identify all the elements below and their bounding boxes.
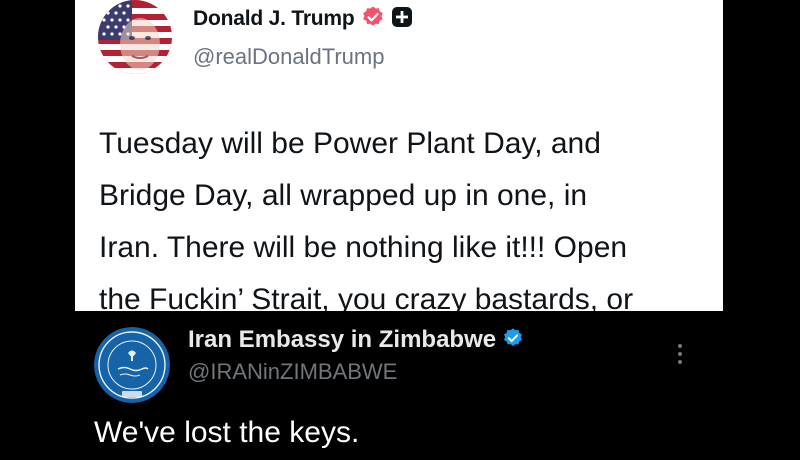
trump-avatar[interactable] bbox=[98, 0, 172, 74]
post-text: Tuesday will be Power Plant Day, and Bri… bbox=[99, 118, 709, 311]
author-handle[interactable]: @IRANinZIMBABWE bbox=[188, 359, 397, 385]
embassy-avatar[interactable] bbox=[94, 327, 170, 403]
avatar-flag-face-image bbox=[98, 0, 172, 74]
post-text: We've lost the keys. bbox=[94, 416, 360, 449]
author-name[interactable]: Donald J. Trump bbox=[193, 7, 355, 31]
embassy-seal-logo bbox=[94, 327, 170, 403]
post-text-line: Bridge Day, all wrapped up in one, in bbox=[99, 179, 588, 212]
verified-badge-icon bbox=[361, 5, 385, 34]
post-text-line: Tuesday will be Power Plant Day, and bbox=[99, 127, 601, 160]
plus-badge-icon bbox=[391, 6, 413, 33]
trump-post: Donald J. Trump @realDonaldTrump Tuesday… bbox=[75, 0, 723, 311]
verified-badge-icon bbox=[502, 327, 524, 354]
post-text-line: Iran. There will be nothing like it!!! O… bbox=[99, 231, 628, 264]
author-handle[interactable]: @realDonaldTrump bbox=[193, 44, 384, 70]
more-vertical-icon[interactable] bbox=[670, 339, 690, 369]
embassy-post: Iran Embassy in Zimbabwe @IRANinZIMBABWE… bbox=[70, 311, 730, 460]
post-text-line: the Fuckin’ Strait, you crazy bastards, … bbox=[99, 283, 634, 311]
embassy-name-row: Iran Embassy in Zimbabwe bbox=[188, 325, 524, 355]
author-name[interactable]: Iran Embassy in Zimbabwe bbox=[188, 326, 496, 354]
trump-name-row: Donald J. Trump bbox=[193, 6, 413, 32]
